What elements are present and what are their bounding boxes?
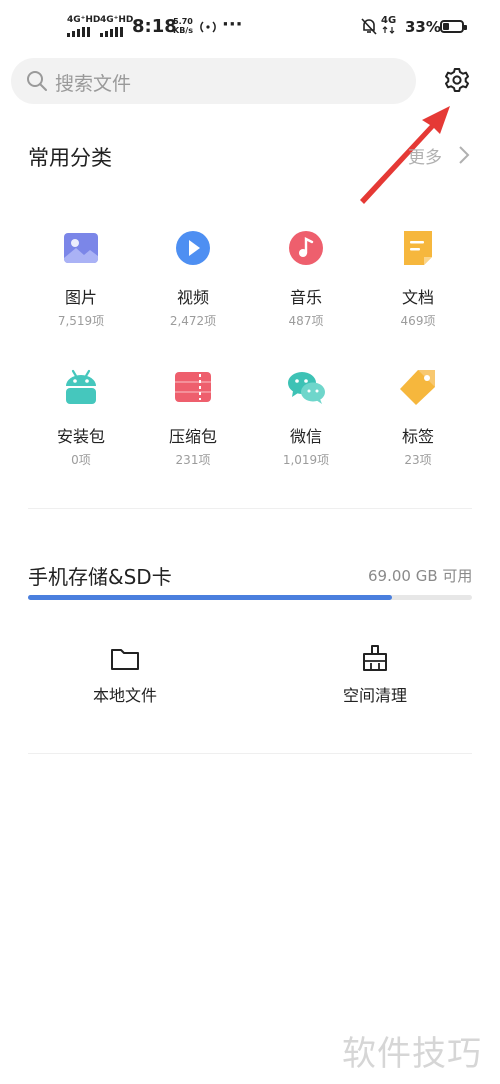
category-count: 469项 [400, 314, 436, 328]
category-images[interactable]: 图片 7,519项 [26, 228, 136, 329]
category-count: 1,019项 [282, 453, 330, 467]
archive-icon [175, 372, 211, 402]
network-speed-value: 5.70 [173, 17, 193, 26]
category-count: 7,519项 [57, 314, 105, 328]
settings-gear-icon[interactable] [443, 66, 471, 94]
battery-percent: 33% [405, 18, 441, 36]
broom-icon [363, 645, 387, 671]
signal-label-1: 4G⁺HD [67, 15, 101, 25]
category-name: 视频 [176, 288, 209, 307]
divider [28, 508, 472, 509]
space-cleanup-label: 空间清理 [342, 686, 407, 705]
category-videos[interactable]: 视频 2,472项 [138, 228, 248, 329]
network-speed-unit: KB/s [173, 26, 193, 35]
category-name: 微信 [289, 427, 322, 446]
section-title-categories: 常用分类 [28, 146, 112, 170]
category-count: 23项 [404, 453, 432, 467]
local-files-label: 本地文件 [92, 686, 157, 705]
document-icon [404, 231, 432, 265]
category-count: 487项 [288, 314, 324, 328]
tag-icon [400, 370, 435, 405]
data-arrows-icon [382, 26, 395, 34]
search-bar[interactable]: 搜索文件 [11, 58, 416, 104]
more-dots-icon: ··· [222, 14, 243, 35]
chevron-right-icon[interactable] [458, 145, 470, 165]
space-cleanup-button[interactable]: 空间清理 [300, 644, 450, 706]
battery-icon [440, 20, 467, 33]
category-music[interactable]: 音乐 487项 [251, 228, 361, 329]
category-name: 文档 [401, 288, 434, 307]
wechat-icon [288, 372, 325, 404]
category-name: 图片 [64, 288, 97, 307]
status-bar: 4G⁺HD 4G⁺HD 8:18 5.70 KB/s ··· 4G 33% [0, 0, 500, 56]
signal-label-2: 4G⁺HD [100, 15, 134, 25]
storage-free-space: 69.00 GB 可用 [368, 567, 473, 585]
signal-icon-2 [100, 27, 123, 37]
music-icon [289, 231, 323, 265]
folder-icon [111, 649, 139, 670]
local-files-button[interactable]: 本地文件 [50, 646, 200, 706]
storage-usage-fill [28, 595, 393, 600]
category-documents[interactable]: 文档 469项 [363, 228, 473, 329]
category-apk[interactable]: 安装包 0项 [26, 367, 136, 468]
image-icon [64, 233, 98, 263]
mute-bell-icon [361, 18, 377, 35]
network-type: 4G [381, 15, 397, 26]
category-count: 231项 [175, 453, 211, 467]
clock: 8:18 [132, 16, 177, 37]
video-icon [176, 231, 210, 265]
network-speed: 5.70 KB/s [173, 17, 193, 35]
more-link[interactable]: 更多 [408, 143, 442, 168]
search-icon [27, 71, 47, 91]
divider [28, 753, 472, 754]
storage-title[interactable]: 手机存储&SD卡 [28, 561, 172, 590]
android-package-icon [66, 369, 96, 404]
annotation-arrow [360, 106, 450, 204]
category-wechat[interactable]: 微信 1,019项 [251, 367, 361, 468]
storage-usage-bar [28, 595, 472, 600]
category-name: 压缩包 [168, 427, 217, 446]
category-count: 0项 [71, 453, 91, 467]
category-count: 2,472项 [169, 314, 217, 328]
signal-icon-1 [67, 27, 90, 37]
hotspot-icon [200, 21, 216, 33]
category-name: 安装包 [56, 427, 105, 446]
watermark: 软件技巧 [342, 1034, 482, 1074]
category-name: 音乐 [289, 288, 322, 307]
search-input[interactable]: 搜索文件 [55, 69, 131, 96]
category-tags[interactable]: 标签 23项 [363, 367, 473, 468]
category-archives[interactable]: 压缩包 231项 [138, 367, 248, 468]
category-name: 标签 [401, 427, 434, 446]
